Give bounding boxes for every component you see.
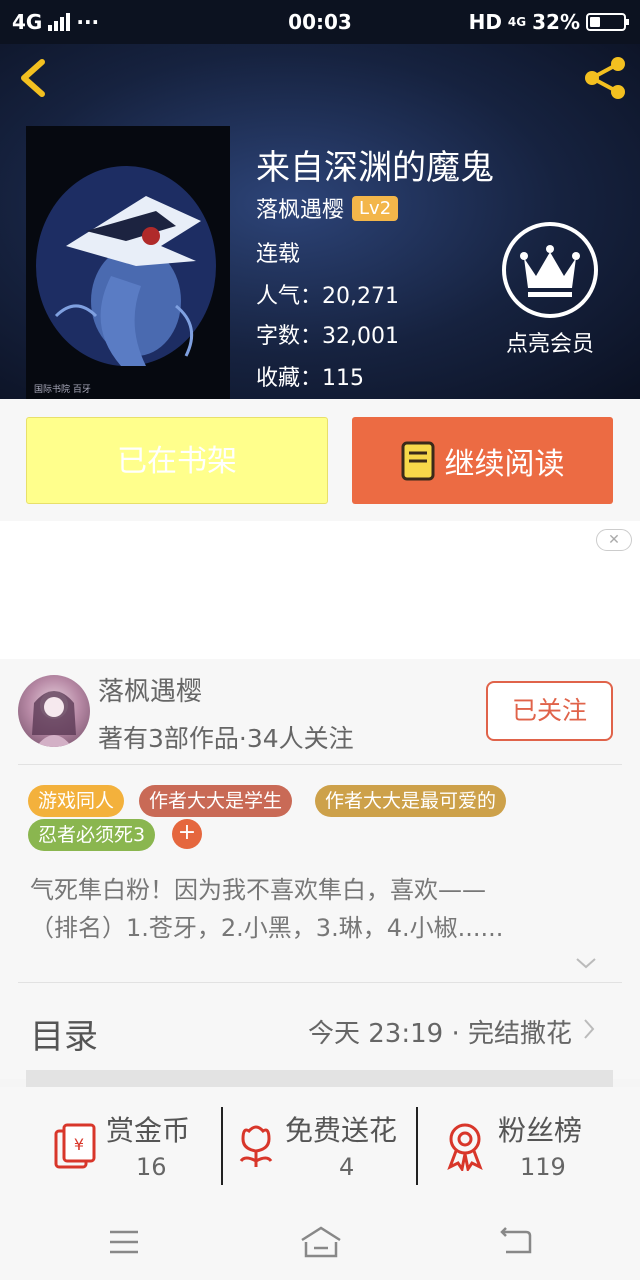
vip-button[interactable]: 点亮会员: [500, 222, 600, 358]
continue-reading-button[interactable]: 继续阅读: [352, 417, 613, 504]
tag-item[interactable]: 忍者必须死3: [28, 819, 156, 851]
ad-close-button[interactable]: ✕: [596, 529, 632, 551]
home-icon[interactable]: [298, 1224, 344, 1260]
tag-item[interactable]: 作者大大是最可爱的: [315, 785, 507, 817]
ad-banner: ✕: [0, 521, 640, 659]
author-row: 落枫遇樱 Lv2: [256, 192, 399, 224]
back-button[interactable]: [14, 56, 54, 100]
on-shelf-button[interactable]: 已在书架: [26, 417, 328, 504]
author-link[interactable]: 落枫遇樱: [256, 192, 344, 224]
toc-latest-chapter[interactable]: 今天 23:19 · 完结撒花: [308, 1013, 572, 1050]
status-right: HD 4G 32%: [468, 10, 629, 34]
svg-text:¥: ¥: [74, 1135, 84, 1154]
stat-label: 赏金币: [106, 1114, 191, 1147]
serial-status: 连载: [256, 242, 301, 267]
stat-value: 4: [339, 1153, 355, 1181]
stat-value: 16: [136, 1153, 167, 1181]
intro-line: （排名）1.苍牙，2.小黑，3.琳，4.小椒......: [30, 914, 504, 942]
share-button[interactable]: [580, 56, 630, 100]
stat-value: 119: [520, 1153, 566, 1181]
book-header: 国际书院 百牙 来自深渊的魔鬼 落枫遇樱 Lv2 连载 人气：20,271 字数…: [0, 44, 640, 399]
book-intro[interactable]: 气死隼白粉！因为我不喜欢隼白，喜欢—— （排名）1.苍牙，2.小黑，3.琳，4.…: [30, 871, 590, 947]
flower-icon: [239, 1125, 273, 1167]
net2-label: 4G: [507, 15, 527, 29]
stats-bar: ¥ 赏金币 16 免费送花 4 粉丝榜 119: [0, 1087, 640, 1202]
fan-ranking-button[interactable]: 粉丝榜 119: [418, 1109, 631, 1189]
tag-item[interactable]: 游戏同人: [28, 785, 125, 817]
hd-label: HD: [468, 10, 502, 34]
level-badge: Lv2: [352, 195, 399, 221]
popularity: 人气：20,271: [256, 284, 399, 309]
back-nav-icon[interactable]: [496, 1224, 536, 1260]
stat-label: 免费送花: [285, 1114, 398, 1147]
menu-icon[interactable]: [104, 1224, 144, 1260]
action-bar: 已在书架 继续阅读: [0, 399, 640, 521]
status-bar: 4G ··· 00:03 HD 4G 32%: [0, 0, 640, 44]
add-tag-button[interactable]: +: [172, 819, 202, 849]
follow-button[interactable]: 已关注: [486, 681, 613, 741]
medal-icon: [447, 1123, 483, 1171]
share-icon: [585, 57, 625, 99]
author-name[interactable]: 落枫遇樱: [98, 671, 202, 708]
toc-title[interactable]: 目录: [30, 1009, 98, 1058]
reward-coins-button[interactable]: ¥ 赏金币 16: [0, 1109, 213, 1189]
system-nav-bar: [0, 1202, 640, 1280]
favorites: 收藏：115: [256, 366, 364, 391]
tag-item[interactable]: 作者大大是学生: [139, 785, 293, 817]
red-envelope-icon: ¥: [54, 1123, 96, 1169]
divider: [18, 982, 622, 983]
crown-icon: [502, 222, 598, 318]
battery-level: [590, 17, 601, 27]
divider: [18, 764, 622, 765]
book-icon: [401, 441, 434, 480]
battery-icon: [586, 13, 629, 31]
author-avatar[interactable]: [18, 675, 90, 747]
chevron-left-icon: [21, 59, 45, 97]
section-separator: [26, 1070, 613, 1087]
cover-credit: 国际书院 百牙: [34, 385, 91, 395]
chevron-down-icon[interactable]: [574, 953, 598, 973]
cover-art: [26, 126, 230, 399]
free-flower-button[interactable]: 免费送花 4: [223, 1109, 436, 1189]
intro-line: 气死隼白粉！因为我不喜欢隼白，喜欢——: [30, 876, 486, 904]
book-title: 来自深渊的魔鬼: [256, 148, 494, 188]
battery-text: 32%: [532, 10, 580, 34]
author-stats: 著有3部作品·34人关注: [98, 724, 354, 753]
continue-reading-label: 继续阅读: [444, 446, 565, 482]
vip-label: 点亮会员: [505, 332, 594, 357]
chevron-right-icon[interactable]: [582, 1017, 596, 1041]
stat-label: 粉丝榜: [498, 1114, 583, 1147]
book-cover[interactable]: 国际书院 百牙: [26, 126, 230, 399]
author-card: 落枫遇樱 著有3部作品·34人关注 已关注 游戏同人 作者大大是学生 作者大大是…: [0, 659, 640, 1079]
word-count: 字数：32,001: [256, 324, 399, 349]
